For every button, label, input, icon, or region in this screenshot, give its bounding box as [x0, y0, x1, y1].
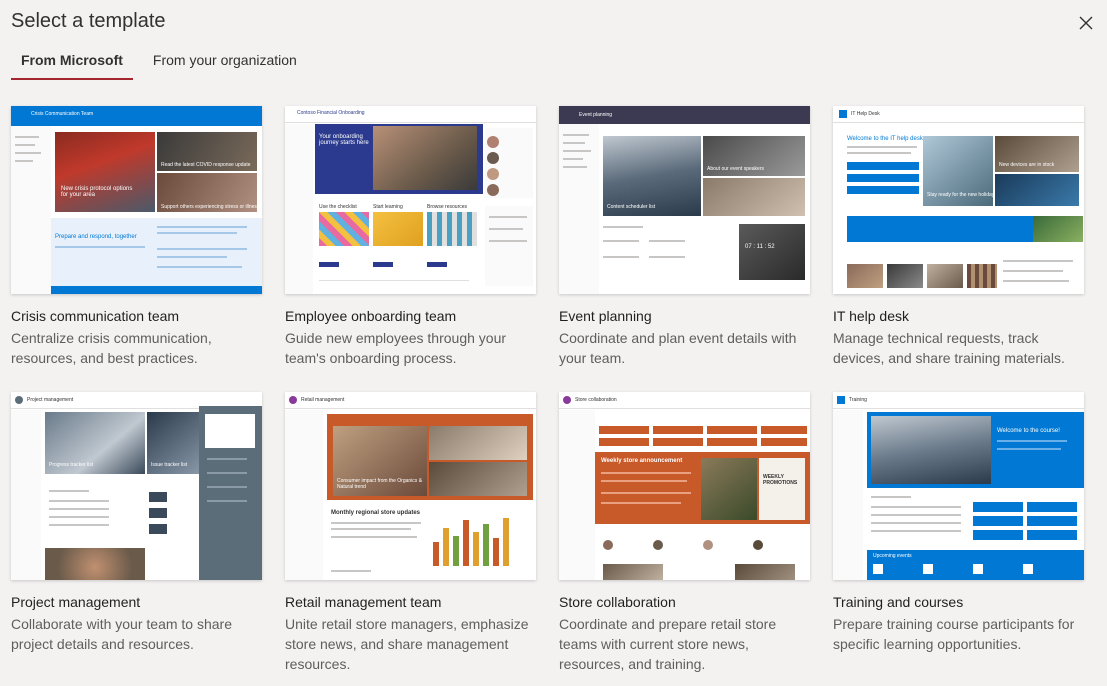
thumb-hero-text: Welcome to the course!	[997, 428, 1060, 434]
template-card-store-collaboration[interactable]: Store collaboration Weekly store announc…	[559, 392, 810, 674]
template-card-event-planning[interactable]: Event planning Content scheduler list Ab…	[559, 106, 810, 368]
thumb-hero-text: New crisis protocol options for your are…	[61, 186, 133, 198]
template-thumbnail: Crisis Communication Team New crisis pro…	[11, 106, 262, 294]
template-title: Training and courses	[833, 594, 964, 610]
template-title: Crisis communication team	[11, 308, 180, 324]
thumb-tile-text: Support others experiencing stress or il…	[161, 204, 260, 210]
template-description: Guide new employees through your team's …	[285, 330, 507, 366]
thumb-hero-text: Welcome to the IT help desk	[847, 136, 923, 142]
thumb-site-name: Crisis Communication Team	[31, 111, 94, 117]
template-title: Event planning	[559, 308, 652, 324]
thumb-site-name: Retail management	[301, 397, 345, 403]
template-card-crisis-communication[interactable]: Crisis Communication Team New crisis pro…	[11, 106, 262, 368]
thumb-column-text: Start learning	[373, 204, 403, 210]
thumb-site-name: Contoso Financial Onboarding	[297, 110, 365, 116]
thumb-countdown: 07 : 11 : 52	[745, 244, 775, 250]
thumb-column-text: Use the checklist	[319, 204, 357, 210]
template-description: Coordinate and prepare retail store team…	[559, 616, 777, 672]
template-description: Coordinate and plan event details with y…	[559, 330, 797, 366]
thumb-promo-text: WEEKLY PROMOTIONS	[763, 474, 798, 486]
template-card-training-and-courses[interactable]: Training Welcome to the course! Upcoming…	[833, 392, 1084, 654]
template-description: Prepare training course participants for…	[833, 616, 1075, 652]
template-tabs: From Microsoft From your organization	[11, 50, 317, 80]
tab-from-microsoft[interactable]: From Microsoft	[11, 50, 133, 80]
thumb-site-name: IT Help Desk	[851, 111, 880, 117]
template-description: Centralize crisis communication, resourc…	[11, 330, 212, 366]
template-thumbnail: Store collaboration Weekly store announc…	[559, 392, 810, 580]
tab-from-your-organization[interactable]: From your organization	[143, 50, 307, 80]
template-thumbnail: IT Help Desk Welcome to the IT help desk…	[833, 106, 1084, 294]
template-title: IT help desk	[833, 308, 910, 324]
thumb-section-text: Prepare and respond, together	[55, 234, 137, 240]
template-thumbnail: Contoso Financial Onboarding Your onboar…	[285, 106, 536, 294]
thumb-tile-text: Progress tracker list	[49, 462, 94, 468]
template-title: Retail management team	[285, 594, 442, 610]
template-card-project-management[interactable]: Project management Progress tracker list…	[11, 392, 262, 654]
template-title: Project management	[11, 594, 141, 610]
thumb-tile-text: New devices are in stock	[999, 162, 1055, 168]
thumb-hero-text: Your onboarding journey starts here	[319, 134, 369, 146]
thumb-tile-text: Issue tracker list	[151, 462, 188, 468]
thumb-site-name: Training	[849, 397, 867, 403]
thumb-tile-text: Read the latest COVID response update	[161, 162, 251, 168]
template-thumbnail: Retail management Consumer impact from t…	[285, 392, 536, 580]
thumb-site-name: Project management	[27, 397, 74, 403]
thumb-section-text: Upcoming events	[873, 553, 912, 559]
thumb-hero-text: Consumer impact from the Organics & Natu…	[337, 478, 423, 490]
template-card-employee-onboarding[interactable]: Contoso Financial Onboarding Your onboar…	[285, 106, 536, 368]
thumb-tile-text: About our event speakers	[707, 166, 764, 172]
template-title: Store collaboration	[559, 594, 676, 610]
thumb-site-name: Store collaboration	[575, 397, 617, 403]
template-thumbnail: Project management Progress tracker list…	[11, 392, 262, 580]
thumb-section-text: Monthly regional store updates	[331, 510, 421, 516]
thumb-section-text: Weekly store announcement	[601, 458, 683, 464]
close-icon	[1079, 16, 1093, 30]
thumb-hero-text: Content scheduler list	[607, 204, 656, 210]
close-button[interactable]	[1076, 13, 1096, 33]
template-thumbnail: Event planning Content scheduler list Ab…	[559, 106, 810, 294]
template-thumbnail: Training Welcome to the course! Upcoming…	[833, 392, 1084, 580]
thumb-column-text: Browse resources	[427, 204, 468, 210]
template-card-it-help-desk[interactable]: IT Help Desk Welcome to the IT help desk…	[833, 106, 1084, 368]
template-description: Manage technical requests, track devices…	[833, 330, 1065, 366]
template-description: Collaborate with your team to share proj…	[11, 616, 232, 652]
dialog-title: Select a template	[11, 10, 166, 32]
thumb-tile-text: Stay ready for the new holidays	[927, 192, 997, 198]
template-card-retail-management[interactable]: Retail management Consumer impact from t…	[285, 392, 536, 674]
thumb-site-name: Event planning	[579, 112, 613, 118]
template-description: Unite retail store managers, emphasize s…	[285, 616, 529, 672]
template-title: Employee onboarding team	[285, 308, 457, 324]
